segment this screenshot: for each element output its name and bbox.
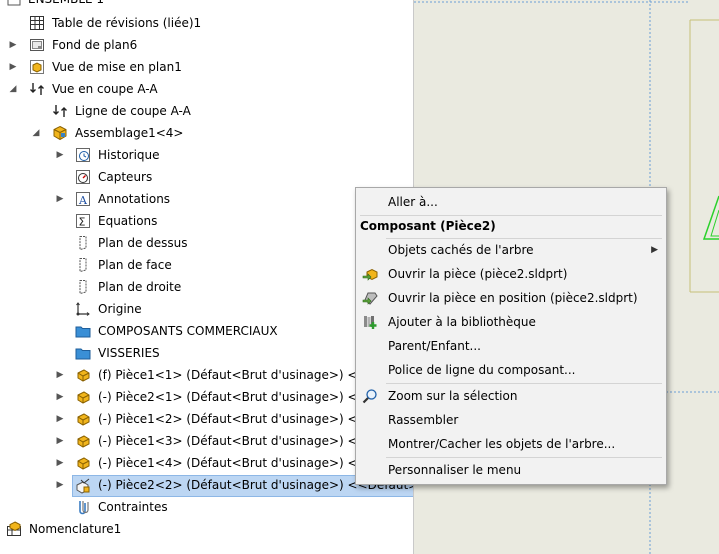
expand-arrow-icon[interactable]: ▶: [7, 34, 19, 56]
assembly-icon: [53, 125, 67, 141]
part-icon: [77, 369, 90, 382]
menu-item-label: Ajouter à la bibliothèque: [388, 315, 536, 329]
collapse-arrow-icon[interactable]: ◢: [7, 78, 19, 100]
menu-item-zoom-to-selection[interactable]: Zoom sur la sélection: [356, 384, 666, 408]
expand-arrow-icon[interactable]: ▶: [54, 364, 66, 386]
menu-item-hidden-tree-items[interactable]: Objets cachés de l'arbre ▶: [356, 238, 666, 262]
tree-root-label: ENSEMBLE 1: [28, 0, 104, 10]
expand-arrow-icon[interactable]: ▶: [54, 430, 66, 452]
expand-arrow-icon[interactable]: ▶: [7, 56, 19, 78]
part-icon: [76, 478, 90, 494]
menu-item-label: Aller à...: [388, 195, 438, 209]
menu-header-component: Composant (Pièce2): [356, 214, 666, 238]
tree-item-label: Ligne de coupe A-A: [75, 104, 191, 118]
expand-arrow-icon[interactable]: ▶: [54, 386, 66, 408]
menu-item-open-part-in-position[interactable]: Ouvrir la pièce en position (pièce2.sldp…: [356, 286, 666, 310]
part-icon: [77, 391, 90, 404]
plane-icon: [79, 236, 87, 251]
tree-item-label: Plan de face: [98, 258, 172, 272]
tree-item-label: Equations: [98, 214, 158, 228]
sensor-icon: [76, 170, 90, 184]
section-line-icon: [53, 105, 67, 117]
menu-item-label: Personnaliser le menu: [388, 463, 522, 477]
tree-item-label: Plan de dessus: [98, 236, 188, 250]
menu-item-label: Parent/Enfant...: [388, 339, 481, 353]
expand-arrow-icon[interactable]: ▶: [54, 144, 66, 166]
tree-item-label: Fond de plan6: [52, 38, 138, 52]
tree-item-label: Table de révisions (liée)1: [52, 16, 202, 30]
folder-icon: [75, 348, 91, 360]
tree-item-part-selected[interactable]: ▶ (-) Pièce2<2> (Défaut<Brut d'usinage>)…: [0, 474, 413, 497]
expand-arrow-icon[interactable]: ▶: [54, 452, 66, 474]
section-view-icon: [30, 83, 44, 95]
svg-text:Σ: Σ: [79, 216, 86, 229]
drawing-view-icon: [30, 60, 44, 74]
tree-item-label: Vue de mise en plan1: [52, 60, 182, 74]
part-icon: [77, 413, 90, 426]
tree-item-label: Contraintes: [98, 500, 168, 514]
menu-item-label: Police de ligne du composant...: [388, 363, 576, 377]
menu-item-show-hide-tree-items[interactable]: Montrer/Cacher les objets de l'arbre...: [356, 432, 666, 456]
tree-item-label: Historique: [98, 148, 160, 162]
menu-item-label: Ouvrir la pièce en position (pièce2.sldp…: [388, 291, 638, 305]
plane-icon: [79, 258, 87, 273]
tree-item-label: VISSERIES: [98, 346, 160, 360]
expand-arrow-icon[interactable]: ▶: [54, 408, 66, 430]
tree-item-label: Origine: [98, 302, 142, 316]
open-part-in-position-icon: [362, 292, 378, 305]
menu-item-go-to[interactable]: Aller à...: [356, 190, 666, 214]
menu-item-collapse[interactable]: Rassembler: [356, 408, 666, 432]
menu-item-parent-child[interactable]: Parent/Enfant...: [356, 334, 666, 358]
menu-item-label: Montrer/Cacher les objets de l'arbre...: [388, 437, 616, 451]
tree-item-label: Vue en coupe A-A: [52, 82, 158, 96]
tree-item-label: Capteurs: [98, 170, 153, 184]
menu-item-component-line-font[interactable]: Police de ligne du composant...: [356, 358, 666, 382]
plane-icon: [79, 280, 87, 295]
menu-item-add-to-library[interactable]: Ajouter à la bibliothèque: [356, 310, 666, 334]
zoom-icon: [362, 389, 377, 404]
tree-item-label: Plan de droite: [98, 280, 182, 294]
svg-text:A: A: [78, 194, 88, 207]
menu-item-open-part[interactable]: Ouvrir la pièce (pièce2.sldprt): [356, 262, 666, 286]
expand-arrow-icon[interactable]: ▶: [54, 474, 66, 496]
tree-item-label: Assemblage1<4>: [75, 126, 184, 140]
menu-header-label: Composant (Pièce2): [360, 219, 496, 233]
tree-item-label: COMPOSANTS COMMERCIAUX: [98, 324, 278, 338]
bom-icon: [7, 521, 21, 536]
tree-item-label: Nomenclature1: [29, 522, 122, 536]
annotation-icon: A: [76, 192, 90, 207]
add-to-library-icon: [364, 316, 377, 329]
folder-icon: [75, 326, 91, 338]
menu-item-label: Objets cachés de l'arbre: [388, 243, 534, 257]
menu-item-customize-menu[interactable]: Personnaliser le menu: [356, 458, 666, 482]
table-icon: [30, 16, 44, 30]
equation-icon: Σ: [76, 214, 90, 229]
expand-arrow-icon[interactable]: ▶: [54, 188, 66, 210]
feature-tree[interactable]: ENSEMBLE 1 Table de révisions (liée)1 ▶ …: [0, 0, 414, 554]
menu-item-label: Ouvrir la pièce (pièce2.sldprt): [388, 267, 568, 281]
context-menu[interactable]: Aller à... Composant (Pièce2) Objets cac…: [355, 187, 667, 485]
collapse-arrow-icon[interactable]: ◢: [30, 122, 42, 144]
part-icon: [77, 435, 90, 448]
drawing-icon: [7, 0, 21, 6]
origin-icon: [76, 302, 90, 316]
menu-item-label: Rassembler: [388, 413, 459, 427]
tree-item-label: Annotations: [98, 192, 171, 206]
menu-item-label: Zoom sur la sélection: [388, 389, 518, 403]
history-icon: [76, 148, 90, 162]
open-part-icon: [362, 268, 378, 281]
mates-icon: [79, 501, 89, 515]
part-icon: [77, 457, 90, 470]
sheet-format-icon: [30, 39, 44, 51]
submenu-arrow-icon: ▶: [651, 245, 658, 255]
